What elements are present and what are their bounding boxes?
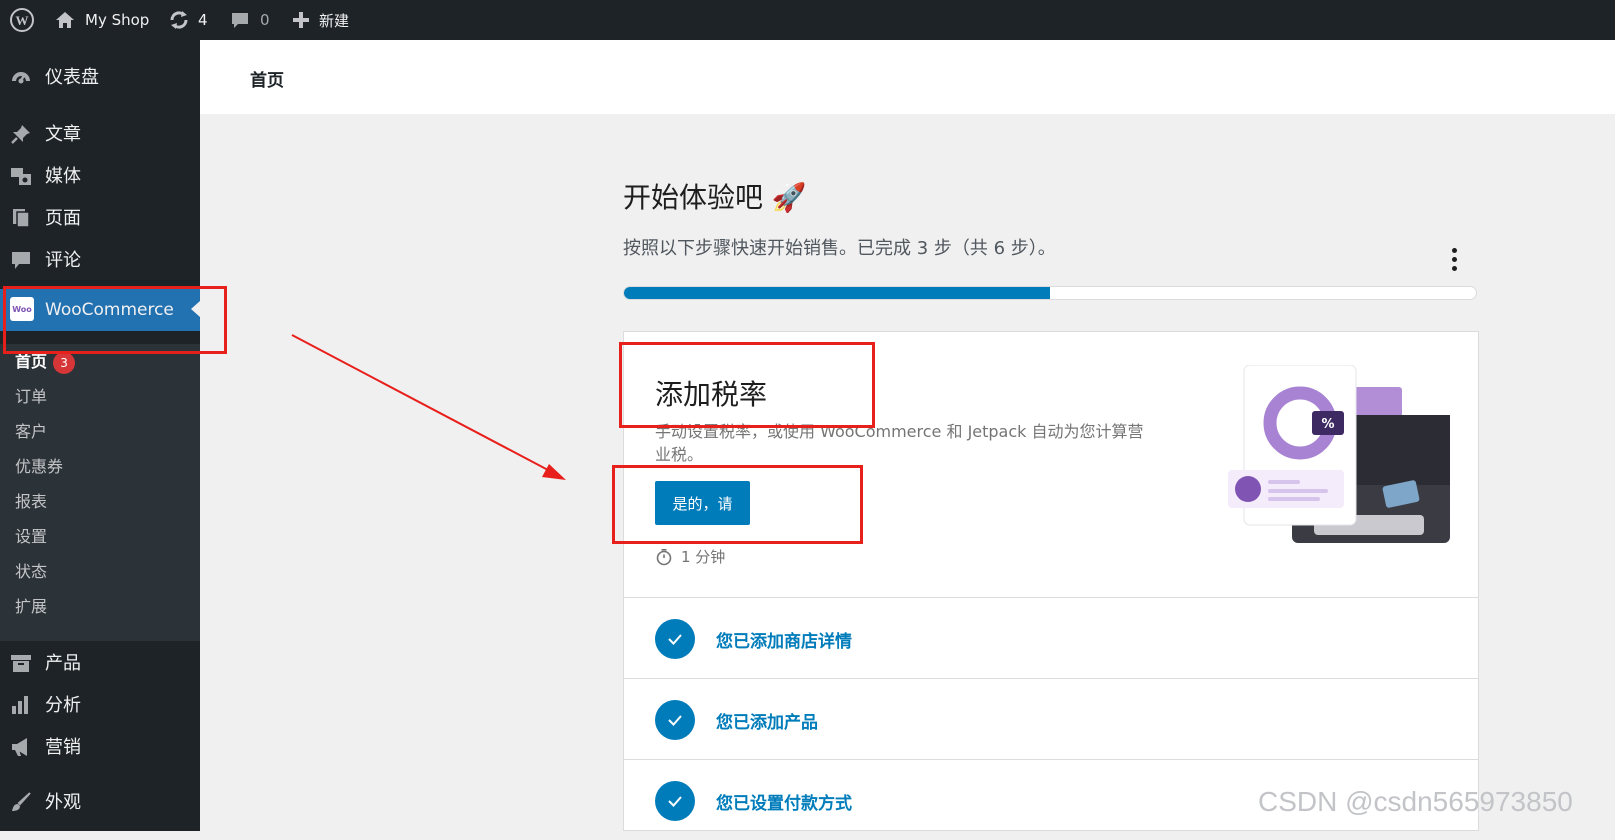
watermark: CSDN @csdn565973850 bbox=[1258, 786, 1573, 817]
annotation-arrow bbox=[291, 334, 566, 480]
